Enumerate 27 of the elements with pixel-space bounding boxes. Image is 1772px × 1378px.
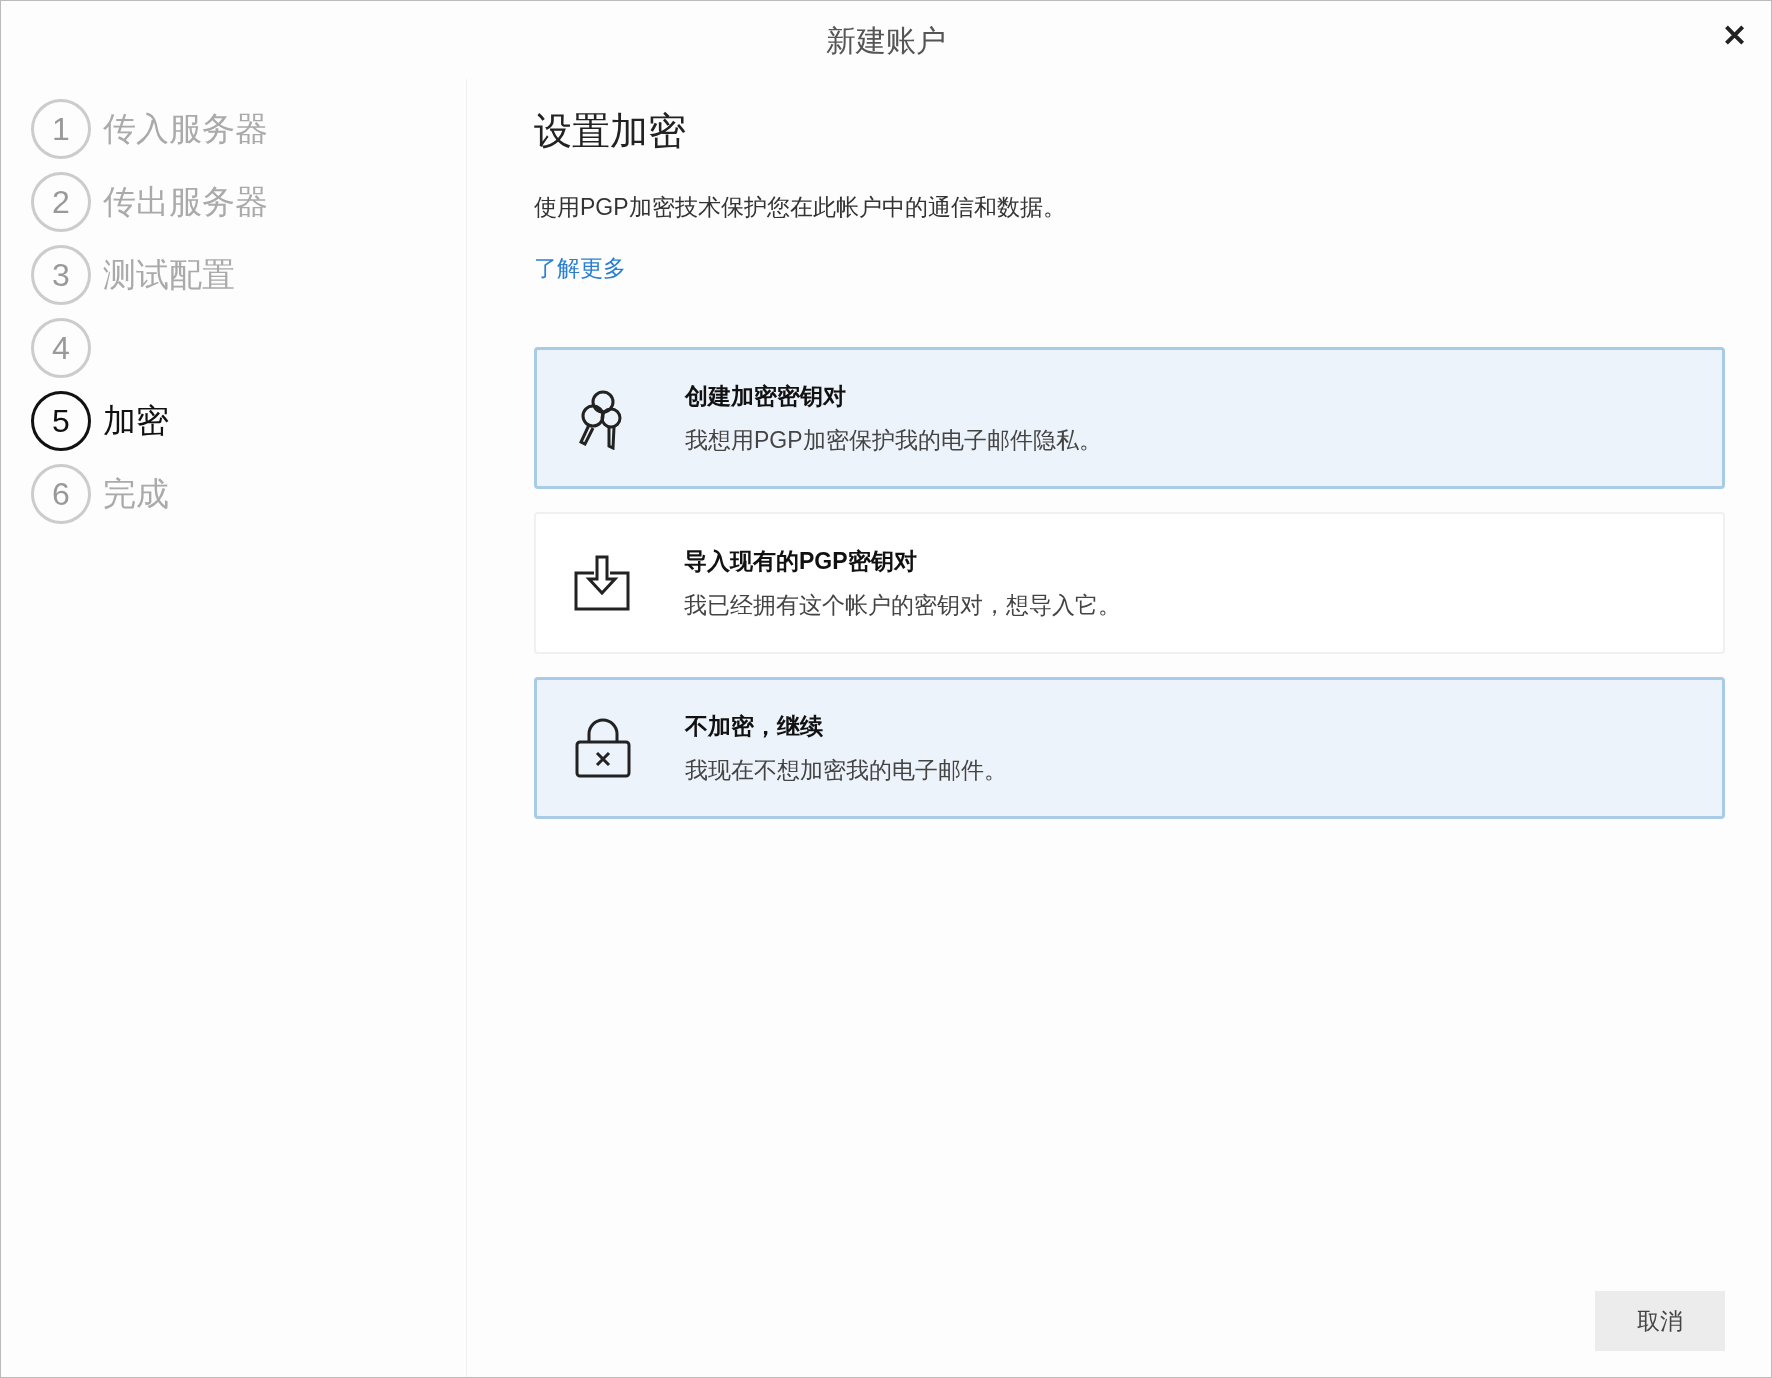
option-title: 不加密，继续 (685, 711, 824, 741)
close-button[interactable]: ✕ (1722, 13, 1747, 58)
option-card[interactable]: 不加密，继续 我现在不想加密我的电子邮件。 (534, 677, 1725, 819)
option-description: 我现在不想加密我的电子邮件。 (685, 756, 1007, 785)
description-text: 使用PGP加密技术保护您在此帐户中的通信和数据。 (534, 193, 1067, 222)
step-number: 1 (31, 99, 91, 159)
step-label: 传入服务器 (103, 109, 268, 150)
option-title: 导入现有的PGP密钥对 (684, 546, 918, 576)
option-card[interactable]: 导入现有的PGP密钥对 我已经拥有这个帐户的密钥对，想导入它。 (534, 512, 1725, 654)
step-number: 3 (31, 245, 91, 305)
learn-more-link[interactable]: 了解更多 (534, 250, 626, 285)
page-heading: 设置加密 (534, 109, 687, 154)
lock-cross-icon (573, 716, 633, 780)
step-number: 6 (31, 464, 91, 524)
step-label: 传出服务器 (103, 182, 268, 223)
step-label: 完成 (103, 474, 169, 515)
option-description: 我已经拥有这个帐户的密钥对，想导入它。 (684, 591, 1121, 620)
cancel-button[interactable]: 取消 (1595, 1291, 1725, 1351)
option-title: 创建加密密钥对 (685, 381, 847, 411)
option-card[interactable]: 创建加密密钥对 我想用PGP加密保护我的电子邮件隐私。 (534, 347, 1725, 489)
step-number: 5 (31, 391, 91, 451)
step-label: 测试配置 (103, 255, 235, 296)
step-label: 加密 (103, 401, 169, 442)
window-title: 新建账户 (826, 22, 946, 59)
option-description: 我想用PGP加密保护我的电子邮件隐私。 (685, 426, 1102, 455)
step-number: 4 (31, 318, 91, 378)
step-number: 2 (31, 172, 91, 232)
